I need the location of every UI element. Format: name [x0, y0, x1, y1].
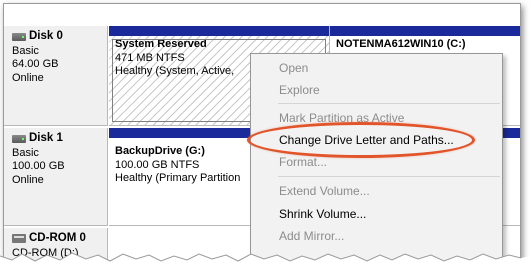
menu-separator [278, 176, 500, 177]
menu-item-extend-volume[interactable]: Extend Volume... [251, 181, 502, 201]
disk-status: Online [12, 173, 44, 186]
menu-item-explore[interactable]: Explore [251, 80, 502, 100]
disk-info-0[interactable]: Disk 0 Basic 64.00 GB Online [4, 26, 108, 126]
disk-size: 100.00 GB [12, 160, 65, 172]
partition-bar [109, 26, 329, 36]
disk-icon [12, 134, 26, 143]
disk-status: Online [12, 71, 44, 84]
disk-type: Basic [12, 44, 39, 57]
disk-name: Disk 1 [29, 132, 63, 144]
partition-name: NOTENMA612WIN10 (C:) [336, 38, 466, 50]
torn-edge [0, 252, 531, 273]
menu-separator [278, 103, 500, 104]
partition-bar [330, 26, 520, 36]
disk-type: Basic [12, 146, 39, 159]
menu-item-shrink-volume[interactable]: Shrink Volume... [251, 204, 502, 224]
disk-icon [12, 32, 26, 41]
disk-size: 64.00 GB [12, 58, 59, 70]
menu-item-open[interactable]: Open [251, 58, 502, 78]
disk-info-1[interactable]: Disk 1 Basic 100.00 GB Online [4, 128, 108, 226]
highlight-ellipse [247, 122, 475, 158]
disk-name: Disk 0 [29, 30, 63, 42]
